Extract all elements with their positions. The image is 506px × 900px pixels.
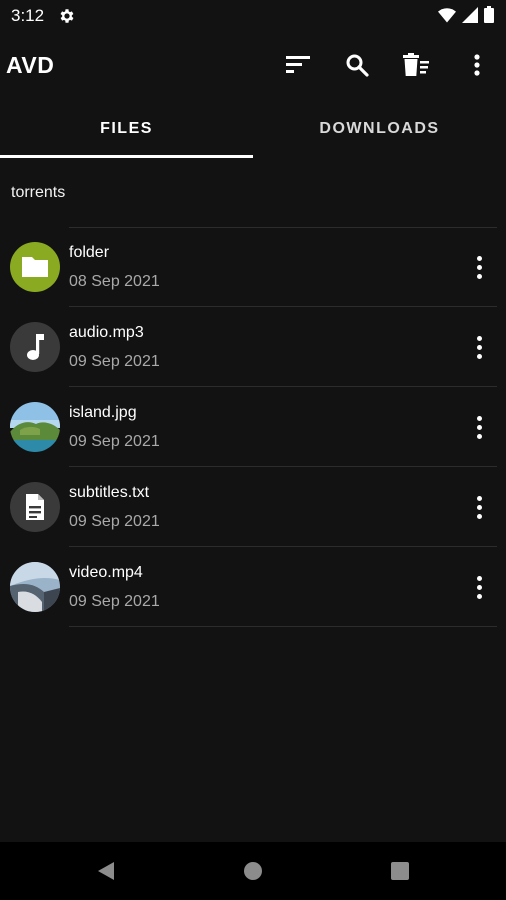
file-date: 09 Sep 2021 — [69, 433, 160, 450]
folder-thumbnail — [10, 242, 60, 292]
app-bar: AVD — [0, 32, 506, 98]
music-note-icon — [27, 334, 44, 360]
text-thumbnail — [10, 482, 60, 532]
file-date: 09 Sep 2021 — [69, 353, 160, 370]
dot — [476, 273, 482, 279]
tab-files[interactable]: FILES — [0, 98, 253, 160]
item-more-button[interactable] — [468, 491, 490, 523]
item-more-button[interactable] — [468, 571, 490, 603]
app-title: AVD — [6, 52, 55, 78]
dot — [476, 424, 482, 430]
tab-bar: FILES DOWNLOADS — [0, 98, 506, 160]
list-item-folder[interactable]: folder 08 Sep 2021 — [0, 227, 506, 307]
dot — [476, 584, 482, 590]
wifi-icon — [438, 7, 456, 22]
battery-icon — [484, 6, 494, 23]
dot — [476, 513, 482, 519]
dot — [476, 264, 482, 270]
video-thumbnail — [10, 562, 60, 612]
tab-indicator — [0, 155, 253, 158]
file-date: 09 Sep 2021 — [69, 513, 160, 530]
search-button[interactable] — [340, 48, 374, 82]
delete-list-button[interactable] — [399, 48, 433, 82]
item-more-button[interactable] — [468, 251, 490, 283]
list-item-audio[interactable]: audio.mp3 09 Sep 2021 — [0, 307, 506, 387]
tab-downloads[interactable]: DOWNLOADS — [253, 98, 506, 160]
list-item-video[interactable]: video.mp4 09 Sep 2021 — [0, 547, 506, 627]
dot — [476, 255, 482, 261]
file-name: folder — [69, 244, 110, 261]
system-nav-bar — [0, 842, 506, 900]
home-icon — [244, 862, 262, 880]
dot — [476, 353, 482, 359]
dot — [476, 433, 482, 439]
delete-list-icon — [403, 53, 429, 76]
item-more-button[interactable] — [468, 411, 490, 443]
sort-button[interactable] — [281, 48, 315, 82]
island-image-icon — [10, 402, 60, 452]
recents-icon — [391, 862, 409, 880]
dot — [476, 344, 482, 350]
back-icon — [98, 862, 114, 880]
status-bar: 3:12 — [0, 0, 506, 32]
divider — [69, 626, 497, 627]
status-icons — [438, 6, 494, 23]
file-name: video.mp4 — [69, 564, 143, 581]
file-date: 09 Sep 2021 — [69, 593, 160, 610]
folder-icon — [22, 257, 48, 277]
search-icon — [346, 54, 369, 77]
file-name: subtitles.txt — [69, 484, 150, 501]
dot — [476, 495, 482, 501]
list-item-text[interactable]: subtitles.txt 09 Sep 2021 — [0, 467, 506, 547]
dot — [476, 504, 482, 510]
video-frame-icon — [10, 562, 60, 612]
item-more-button[interactable] — [468, 331, 490, 363]
file-name: audio.mp3 — [69, 324, 144, 341]
island-thumbnail — [10, 402, 60, 452]
more-options-button[interactable] — [460, 48, 494, 82]
file-name: island.jpg — [69, 404, 137, 421]
status-time: 3:12 — [11, 6, 45, 25]
settings-gear-icon — [60, 9, 74, 23]
document-icon — [26, 494, 44, 520]
dot — [476, 335, 482, 341]
audio-thumbnail — [10, 322, 60, 372]
home-button[interactable] — [241, 859, 265, 883]
dot — [476, 575, 482, 581]
current-path: torrents — [11, 184, 66, 201]
file-date: 08 Sep 2021 — [69, 273, 160, 290]
list-item-image[interactable]: island.jpg 09 Sep 2021 — [0, 387, 506, 467]
signal-icon — [462, 6, 478, 23]
more-vert-icon — [474, 54, 480, 76]
recents-button[interactable] — [388, 859, 412, 883]
back-button[interactable] — [94, 859, 118, 883]
sort-icon — [286, 56, 310, 73]
dot — [476, 593, 482, 599]
dot — [476, 415, 482, 421]
